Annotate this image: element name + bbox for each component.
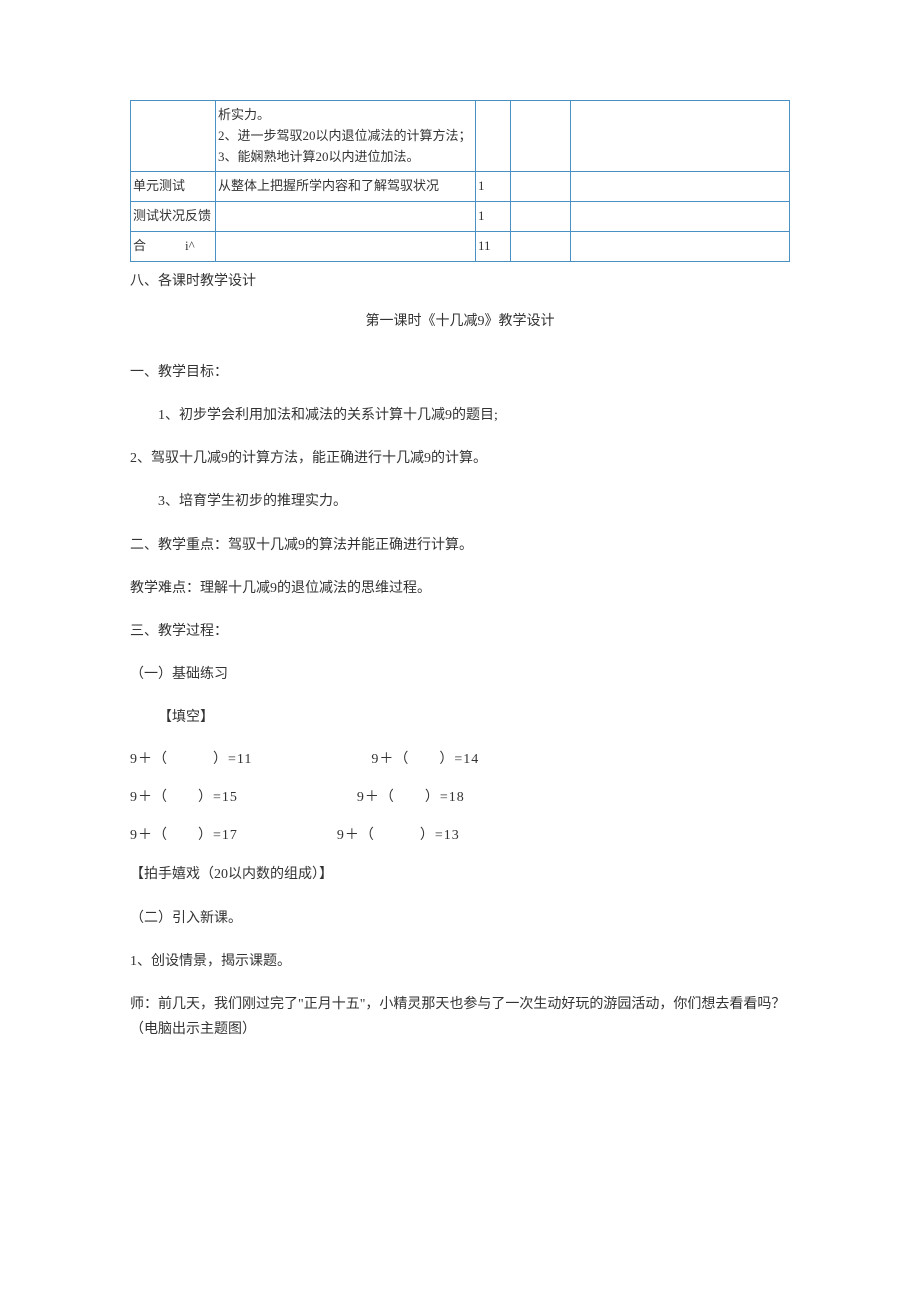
equation-row: 9＋（ ）=17 9＋（ ）=13: [130, 824, 790, 844]
cell-topic: 合 i^: [131, 231, 216, 261]
objectives-heading: 一、教学目标：: [130, 360, 790, 385]
cell-blank: [511, 202, 571, 232]
objective-1: 1、初步学会利用加法和减法的关系计算十几减9的题目;: [130, 403, 790, 428]
focus-heading: 二、教学重点：驾驭十几减9的算法并能正确进行计算。: [130, 533, 790, 558]
cell-hours: 1: [476, 202, 511, 232]
teacher-dialogue: 师：前几天，我们刚过完了"正月十五"，小精灵那天也参与了一次生动好玩的游园活动，…: [130, 992, 790, 1042]
cell-content: 析实力。 2、进一步驾驭20以内退位减法的计算方法； 3、能娴熟地计算20以内进…: [216, 101, 476, 172]
clap-game-label: 【拍手嬉戏（20以内数的组成）】: [130, 862, 790, 887]
objective-2: 2、驾驭十几减9的计算方法，能正确进行十几减9的计算。: [130, 446, 790, 471]
process-heading: 三、教学过程：: [130, 619, 790, 644]
unit-plan-table: 析实力。 2、进一步驾驭20以内退位减法的计算方法； 3、能娴熟地计算20以内进…: [130, 100, 790, 262]
step-1: （一）基础练习: [130, 662, 790, 687]
cell-topic: 测试状况反馈: [131, 202, 216, 232]
equation: 9＋（ ）=11: [130, 748, 252, 768]
equation: 9＋（ ）=15: [130, 786, 238, 806]
cell-hours: 1: [476, 172, 511, 202]
cell-blank: [571, 172, 790, 202]
cell-content: [216, 231, 476, 261]
table-row: 单元测试 从整体上把握所学内容和了解驾驭状况 1: [131, 172, 790, 202]
cell-blank: [571, 202, 790, 232]
cell-topic: 单元测试: [131, 172, 216, 202]
cell-blank: [571, 101, 790, 172]
equation: 9＋（ ）=13: [337, 824, 460, 844]
difficulty-heading: 教学难点：理解十几减9的退位减法的思维过程。: [130, 576, 790, 601]
equation: 9＋（ ）=14: [371, 748, 479, 768]
objective-3: 3、培育学生初步的推理实力。: [130, 489, 790, 514]
equation: 9＋（ ）=17: [130, 824, 238, 844]
cell-hours: 11: [476, 231, 511, 261]
equation-row: 9＋（ ）=11 9＋（ ）=14: [130, 748, 790, 768]
cell-hours: [476, 101, 511, 172]
table-row-total: 合 i^ 11: [131, 231, 790, 261]
cell-topic: [131, 101, 216, 172]
equation: 9＋（ ）=18: [357, 786, 465, 806]
cell-blank: [511, 172, 571, 202]
cell-blank: [511, 101, 571, 172]
equation-row: 9＋（ ）=15 9＋（ ）=18: [130, 786, 790, 806]
cell-blank: [571, 231, 790, 261]
lesson-title: 第一课时《十几减9》教学设计: [130, 310, 790, 330]
cell-content: [216, 202, 476, 232]
table-row: 析实力。 2、进一步驾驭20以内退位减法的计算方法； 3、能娴熟地计算20以内进…: [131, 101, 790, 172]
scene-setup-label: 1、创设情景，揭示课题。: [130, 949, 790, 974]
step-2: （二）引入新课。: [130, 906, 790, 931]
cell-content: 从整体上把握所学内容和了解驾驭状况: [216, 172, 476, 202]
section-8-heading: 八、各课时教学设计: [130, 270, 790, 290]
fill-blank-label: 【填空】: [130, 705, 790, 730]
table-row: 测试状况反馈 1: [131, 202, 790, 232]
cell-blank: [511, 231, 571, 261]
